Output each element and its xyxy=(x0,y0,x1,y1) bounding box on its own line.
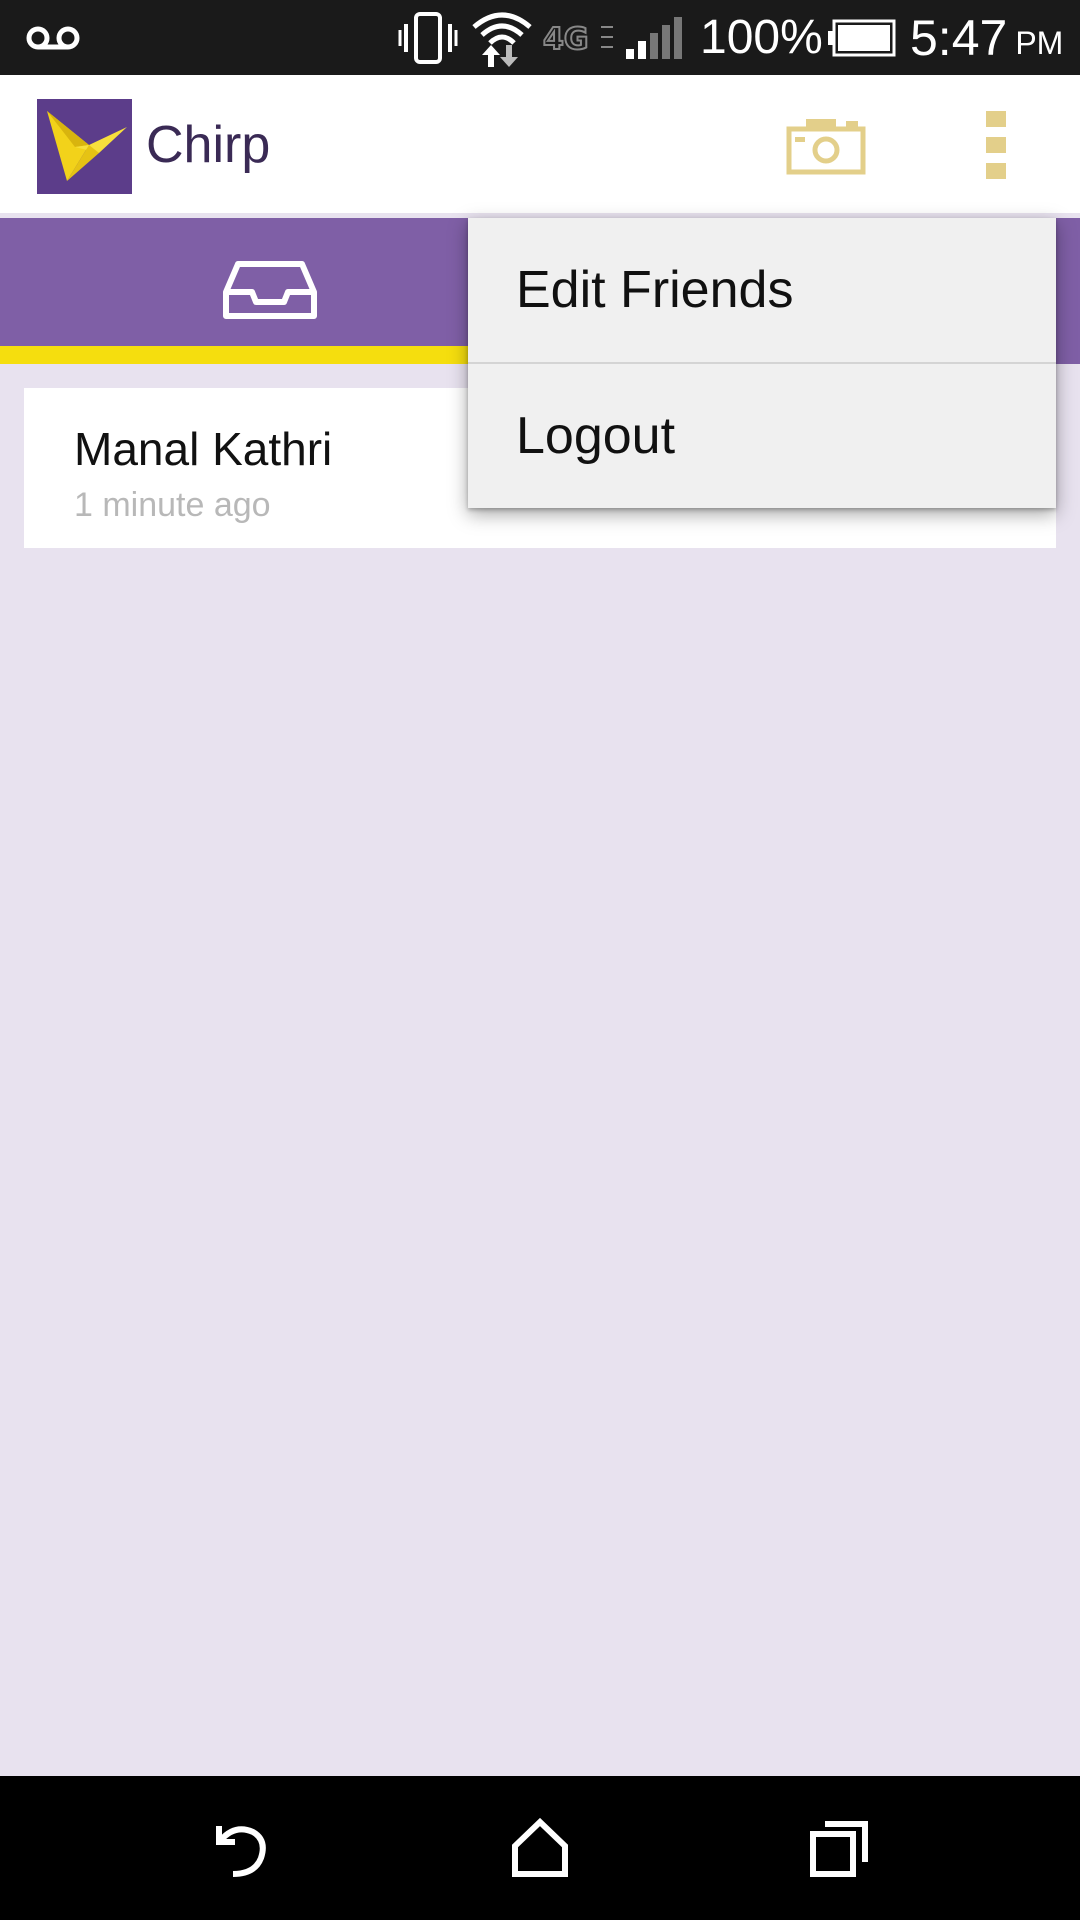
back-button[interactable] xyxy=(205,1816,275,1880)
home-icon xyxy=(512,1817,568,1877)
overflow-menu-icon xyxy=(986,111,1006,179)
back-icon xyxy=(216,1826,266,1877)
overflow-menu: Edit Friends Logout xyxy=(468,218,1056,508)
tab-inbox[interactable] xyxy=(0,218,540,364)
message-sender: Manal Kathri xyxy=(74,423,333,475)
svg-text:4G: 4G xyxy=(543,22,589,55)
recents-button[interactable] xyxy=(805,1816,875,1880)
battery-icon xyxy=(826,0,896,75)
clock-ampm: PM xyxy=(1015,25,1064,61)
app-title: Chirp xyxy=(146,116,271,174)
tab-selected-indicator xyxy=(0,346,540,364)
vibrate-icon xyxy=(398,0,458,75)
clock: 5:47 PM xyxy=(910,0,1063,75)
clock-time: 5:47 xyxy=(910,9,1008,66)
signal-icon xyxy=(624,0,684,75)
home-button[interactable] xyxy=(505,1816,575,1880)
camera-icon xyxy=(786,119,866,175)
battery-percent: 100% xyxy=(700,11,823,64)
camera-button[interactable] xyxy=(786,115,866,175)
4g-lte-icon: 4G xyxy=(543,0,615,75)
message-time: 1 minute ago xyxy=(74,486,271,524)
status-bar: 4G 100% 5:47 PM xyxy=(0,0,1080,75)
menu-item-logout[interactable]: Logout xyxy=(468,364,1056,508)
app-bar: Chirp xyxy=(0,75,1080,213)
menu-item-edit-friends[interactable]: Edit Friends xyxy=(468,218,1056,362)
wifi-icon xyxy=(470,0,534,75)
recents-icon xyxy=(810,1821,868,1877)
voicemail-icon xyxy=(26,0,80,75)
bird-logo-icon xyxy=(37,99,132,194)
nav-bar xyxy=(0,1776,1080,1920)
overflow-menu-button[interactable] xyxy=(972,105,1020,185)
inbox-icon xyxy=(222,260,318,325)
